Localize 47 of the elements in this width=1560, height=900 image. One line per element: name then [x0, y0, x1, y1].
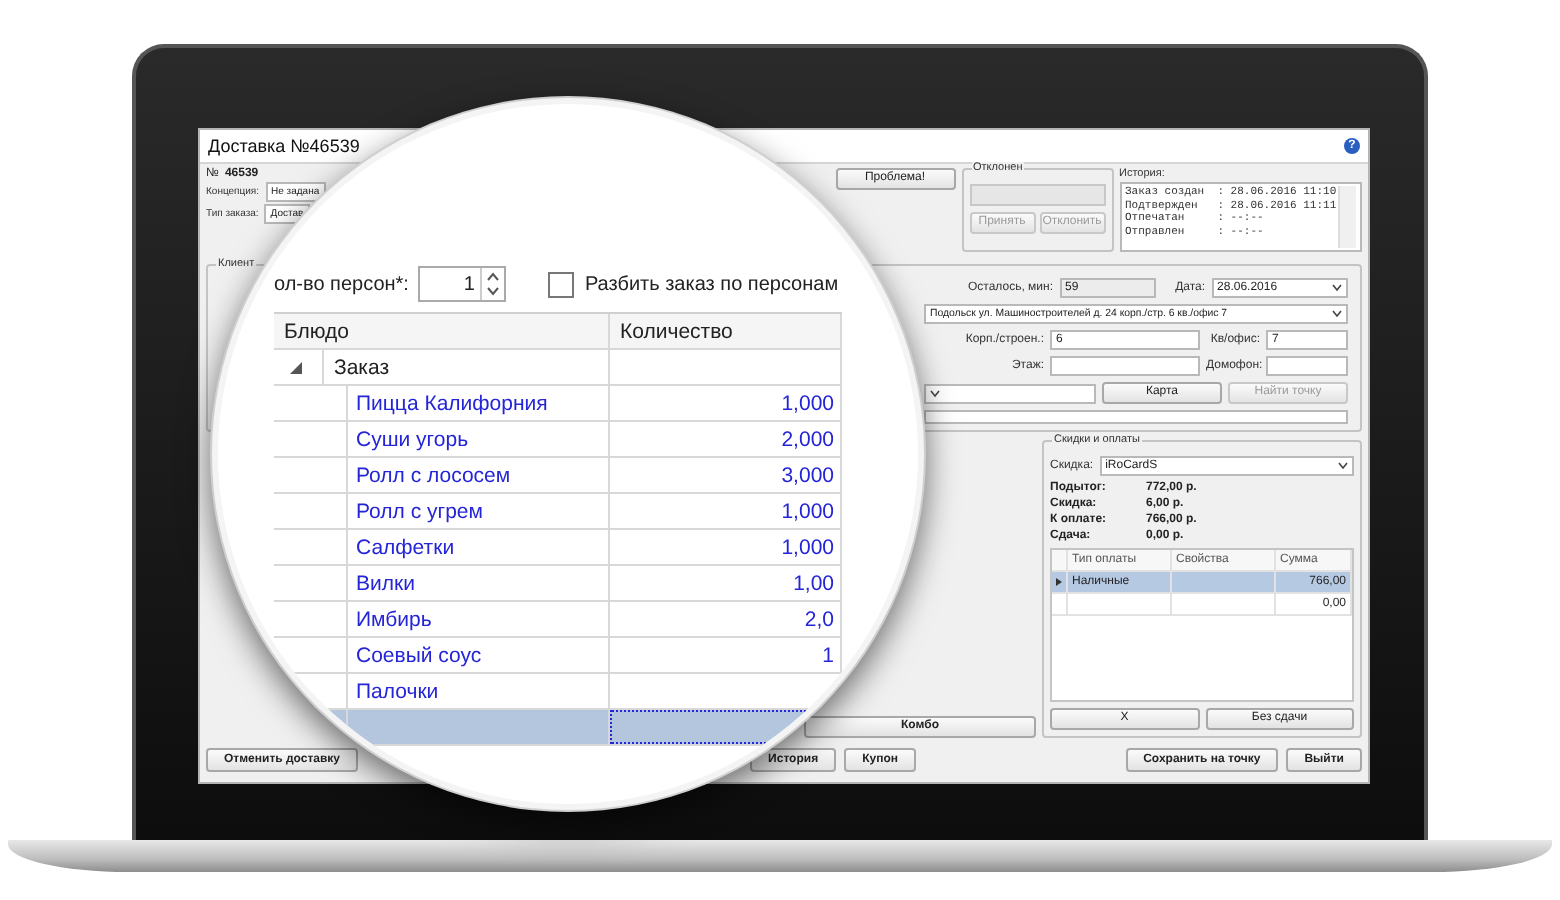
dish-name: Ролл с угрем — [356, 499, 483, 523]
checkbox[interactable] — [548, 271, 575, 297]
table-row[interactable]: Ролл с угрем 1,000 — [274, 494, 842, 530]
table-row[interactable]: Пицца Калифорния 1,000 — [274, 386, 842, 422]
dish-name: Ролл с лососем — [356, 463, 511, 487]
input-field[interactable] — [1050, 356, 1200, 376]
table-row[interactable]: Вилки 1,00 — [274, 566, 842, 602]
quantity: 1 — [822, 643, 834, 667]
dropdown-caret-icon — [930, 389, 940, 397]
scrollbar[interactable] — [1338, 186, 1356, 248]
table-row[interactable]: Имбирь 2,0 — [274, 602, 842, 638]
comment-field[interactable] — [924, 410, 1348, 424]
dish-name: Соевый соус — [356, 643, 482, 667]
group-name: Заказ — [334, 355, 390, 379]
reason-field[interactable] — [969, 184, 1105, 206]
column-header: Количество — [610, 314, 842, 348]
checkbox-label: Разбить заказ по персонам — [584, 273, 839, 295]
dropdown-caret-icon — [1338, 462, 1348, 470]
dish-name: Вилки — [356, 571, 415, 595]
table-row[interactable]: Ролл с лососем 3,000 — [274, 458, 842, 494]
persons-spinner[interactable]: 1 — [418, 266, 507, 302]
dish-name: Салфетки — [356, 535, 455, 559]
quantity: 2,000 — [781, 427, 834, 451]
persons-label: ол-во персон*: — [274, 273, 409, 295]
quantity: 3,000 — [781, 463, 834, 487]
column-header: Блюдо — [274, 314, 610, 348]
quantity: 1,00 — [793, 571, 834, 595]
expand-triangle-icon[interactable] — [290, 361, 302, 373]
dropdown-caret-icon — [1332, 284, 1342, 292]
table-row[interactable]: Соевый соус 1 — [274, 638, 842, 674]
quantity: 1,000 — [781, 535, 834, 559]
quantity: 1,000 — [781, 391, 834, 415]
row-pointer-icon — [1056, 578, 1062, 586]
table-row[interactable]: Суши угорь 2,000 — [274, 422, 842, 458]
dish-name: Суши угорь — [356, 427, 469, 451]
table-row[interactable]: Салфетки 1,000 — [274, 530, 842, 566]
input-field[interactable] — [1266, 356, 1348, 376]
dish-name: Имбирь — [356, 607, 432, 631]
spinner-arrows-icon — [480, 268, 505, 300]
dropdown-caret-icon — [1332, 310, 1342, 318]
dish-name: Пицца Калифорния — [356, 391, 548, 415]
quantity: 1,000 — [781, 499, 834, 523]
dish-name: Палочки — [356, 679, 439, 703]
tree-group-row[interactable]: Заказ — [274, 350, 842, 386]
window-title: Доставка №46539 — [208, 136, 360, 156]
select-field[interactable] — [924, 383, 1096, 403]
quantity: 2,0 — [804, 607, 834, 631]
